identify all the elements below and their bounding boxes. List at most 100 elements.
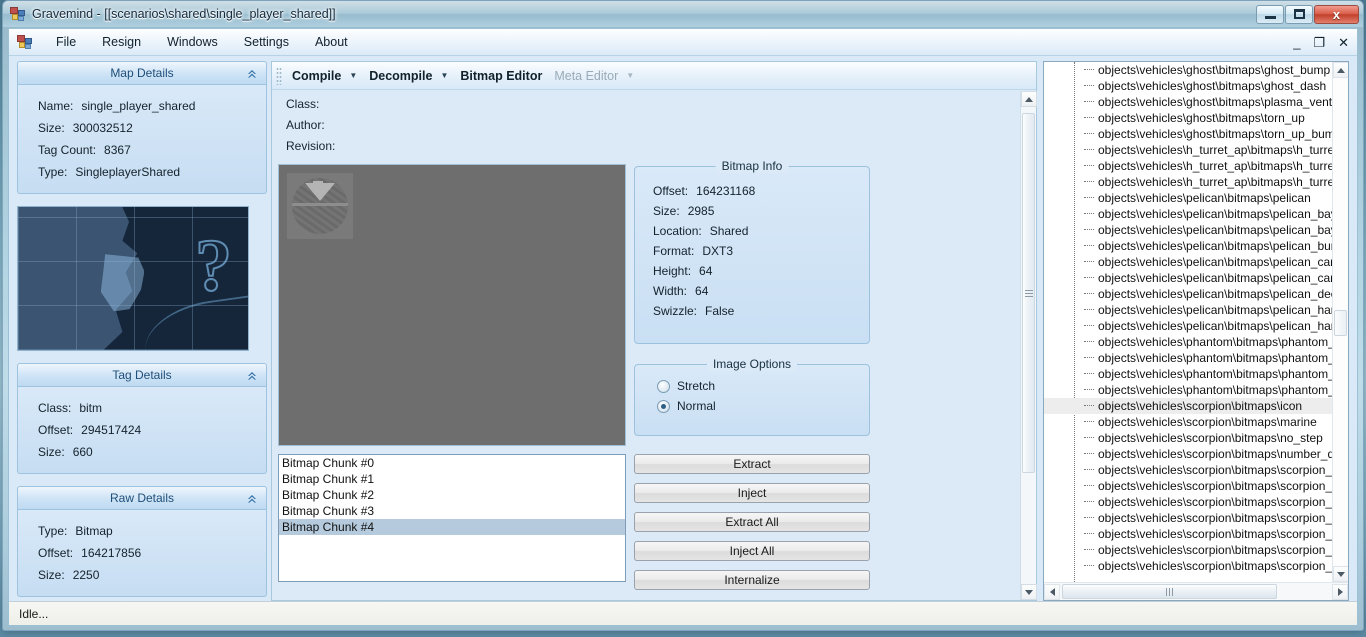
tree-node-selected[interactable]: objects\vehicles\scorpion\bitmaps\icon (1044, 398, 1332, 414)
tree-node[interactable]: objects\vehicles\pelican\bitmaps\pelican… (1044, 254, 1332, 270)
menu-item-resign[interactable]: Resign (89, 31, 154, 53)
tree-hscrollbar-thumb[interactable] (1062, 584, 1277, 599)
extract-all-button[interactable]: Extract All (634, 512, 870, 532)
tree-node[interactable]: objects\vehicles\scorpion\bitmaps\number… (1044, 446, 1332, 462)
tree-node[interactable]: objects\vehicles\pelican\bitmaps\pelican… (1044, 302, 1332, 318)
tree-dash-icon (1084, 213, 1094, 214)
chevron-up-icon[interactable] (246, 492, 258, 504)
tree-node[interactable]: objects\vehicles\scorpion\bitmaps\scorpi… (1044, 542, 1332, 558)
tree-node-label: objects\vehicles\h_turret_ap\bitmaps\h_t… (1098, 159, 1332, 173)
tree-node[interactable]: objects\vehicles\ghost\bitmaps\ghost_das… (1044, 78, 1332, 94)
tree-node[interactable]: objects\vehicles\scorpion\bitmaps\scorpi… (1044, 462, 1332, 478)
tree-node[interactable]: objects\vehicles\pelican\bitmaps\pelican… (1044, 286, 1332, 302)
tree-node[interactable]: objects\vehicles\h_turret_ap\bitmaps\h_t… (1044, 142, 1332, 158)
menu-item-about[interactable]: About (302, 31, 361, 53)
tree-node[interactable]: objects\vehicles\scorpion\bitmaps\scorpi… (1044, 494, 1332, 510)
tag-tree-horizontal-scrollbar[interactable] (1044, 582, 1348, 600)
scroll-up-arrow-icon[interactable] (1021, 91, 1037, 107)
radio-button-icon[interactable] (657, 379, 670, 393)
list-item[interactable]: Bitmap Chunk #2 (279, 487, 625, 503)
radio-normal[interactable]: Normal (635, 393, 869, 413)
scroll-down-arrow-icon[interactable] (1021, 584, 1037, 600)
bitmap-chunk-list[interactable]: Bitmap Chunk #0 Bitmap Chunk #1 Bitmap C… (278, 454, 626, 582)
list-item[interactable]: Bitmap Chunk #0 (279, 455, 625, 471)
question-mark-icon: ? (194, 225, 233, 307)
window-controls: x (1255, 4, 1359, 24)
bitmap-editor-button[interactable]: Bitmap Editor (454, 65, 548, 87)
mdi-minimize-button[interactable]: _ (1293, 36, 1300, 49)
tree-node[interactable]: objects\vehicles\scorpion\bitmaps\scorpi… (1044, 478, 1332, 494)
decompile-button[interactable]: Decompile (363, 65, 438, 87)
tree-node[interactable]: objects\vehicles\pelican\bitmaps\pelican… (1044, 318, 1332, 334)
mdi-close-button[interactable]: ✕ (1338, 36, 1349, 49)
mdi-app-icon (17, 34, 33, 50)
tree-scroll-right-arrow-icon[interactable] (1332, 583, 1348, 600)
window-close-button[interactable]: x (1314, 4, 1359, 24)
inject-button[interactable]: Inject (634, 483, 870, 503)
tree-node[interactable]: objects\vehicles\ghost\bitmaps\torn_up_b… (1044, 126, 1332, 142)
scrollbar-thumb[interactable] (1022, 113, 1035, 473)
compile-dropdown-arrow[interactable]: ▼ (347, 71, 363, 80)
tree-node[interactable]: objects\vehicles\phantom\bitmaps\phantom… (1044, 334, 1332, 350)
chevron-up-icon[interactable] (246, 67, 258, 79)
menu-item-file[interactable]: File (43, 31, 89, 53)
internalize-button[interactable]: Internalize (634, 570, 870, 590)
list-item[interactable]: Bitmap Chunk #3 (279, 503, 625, 519)
tree-dash-icon (1084, 405, 1094, 406)
editor-vertical-scrollbar[interactable] (1020, 91, 1037, 600)
compile-button[interactable]: Compile (286, 65, 347, 87)
tree-node[interactable]: objects\vehicles\phantom\bitmaps\phantom… (1044, 366, 1332, 382)
mdi-restore-button[interactable]: ❐ (1313, 36, 1325, 49)
meta-editor-dropdown-arrow[interactable]: ▼ (624, 71, 640, 80)
radio-button-selected-icon[interactable] (657, 399, 670, 413)
tree-dash-icon (1084, 357, 1094, 358)
tree-dash-icon (1084, 277, 1094, 278)
meta-editor-button[interactable]: Meta Editor (548, 65, 624, 87)
radio-stretch[interactable]: Stretch (635, 373, 869, 393)
tree-node[interactable]: objects\vehicles\ghost\bitmaps\torn_up (1044, 110, 1332, 126)
tree-node[interactable]: objects\vehicles\ghost\bitmaps\ghost_bum… (1044, 62, 1332, 78)
tag-tree-list[interactable]: objects\vehicles\ghost\bitmaps\ghost_bum… (1044, 62, 1332, 582)
tag-tree-panel[interactable]: objects\vehicles\ghost\bitmaps\ghost_bum… (1043, 61, 1349, 601)
map-details-header[interactable]: Map Details (17, 61, 267, 85)
tree-node[interactable]: objects\vehicles\ghost\bitmaps\plasma_ve… (1044, 94, 1332, 110)
tree-node[interactable]: objects\vehicles\pelican\bitmaps\pelican… (1044, 238, 1332, 254)
details-sidebar: Map Details Name: single_player_shared S… (17, 61, 267, 601)
tree-node[interactable]: objects\vehicles\scorpion\bitmaps\scorpi… (1044, 526, 1332, 542)
menu-item-settings[interactable]: Settings (231, 31, 302, 53)
raw-offset-label: Offset: (38, 546, 74, 560)
tree-node[interactable]: objects\vehicles\h_turret_ap\bitmaps\h_t… (1044, 158, 1332, 174)
window-minimize-button[interactable] (1256, 4, 1284, 24)
list-item[interactable]: Bitmap Chunk #1 (279, 471, 625, 487)
tree-node[interactable]: objects\vehicles\pelican\bitmaps\pelican (1044, 190, 1332, 206)
tree-node[interactable]: objects\vehicles\scorpion\bitmaps\marine (1044, 414, 1332, 430)
raw-details-header[interactable]: Raw Details (17, 486, 267, 510)
chevron-up-icon[interactable] (246, 369, 258, 381)
toolstrip-grip[interactable] (276, 66, 282, 85)
tree-node[interactable]: objects\vehicles\pelican\bitmaps\pelican… (1044, 222, 1332, 238)
extract-button[interactable]: Extract (634, 454, 870, 474)
tree-scroll-left-arrow-icon[interactable] (1044, 583, 1060, 600)
revision-row: Revision: (272, 132, 1036, 153)
tag-details-group: Tag Details Class: bitm Offset: 29451742… (17, 363, 267, 474)
tree-node-label: objects\vehicles\ghost\bitmaps\plasma_ve… (1098, 95, 1332, 109)
tree-node[interactable]: objects\vehicles\phantom\bitmaps\phantom… (1044, 382, 1332, 398)
tag-details-header[interactable]: Tag Details (17, 363, 267, 387)
tree-scroll-down-arrow-icon[interactable] (1333, 566, 1348, 582)
tree-node[interactable]: objects\vehicles\scorpion\bitmaps\scorpi… (1044, 510, 1332, 526)
tree-scrollbar-thumb[interactable] (1334, 310, 1347, 336)
tree-node[interactable]: objects\vehicles\scorpion\bitmaps\no_ste… (1044, 430, 1332, 446)
menu-item-windows[interactable]: Windows (154, 31, 231, 53)
tree-scroll-up-arrow-icon[interactable] (1333, 62, 1348, 78)
bitmap-preview-canvas[interactable] (278, 164, 626, 446)
decompile-dropdown-arrow[interactable]: ▼ (438, 71, 454, 80)
window-maximize-button[interactable] (1285, 4, 1313, 24)
tree-node[interactable]: objects\vehicles\phantom\bitmaps\phantom… (1044, 350, 1332, 366)
list-item-selected[interactable]: Bitmap Chunk #4 (279, 519, 625, 535)
tree-node[interactable]: objects\vehicles\pelican\bitmaps\pelican… (1044, 270, 1332, 286)
tree-node[interactable]: objects\vehicles\h_turret_ap\bitmaps\h_t… (1044, 174, 1332, 190)
tag-tree-vertical-scrollbar[interactable] (1332, 62, 1348, 582)
tree-node[interactable]: objects\vehicles\pelican\bitmaps\pelican… (1044, 206, 1332, 222)
inject-all-button[interactable]: Inject All (634, 541, 870, 561)
tree-node[interactable]: objects\vehicles\scorpion\bitmaps\scorpi… (1044, 558, 1332, 574)
